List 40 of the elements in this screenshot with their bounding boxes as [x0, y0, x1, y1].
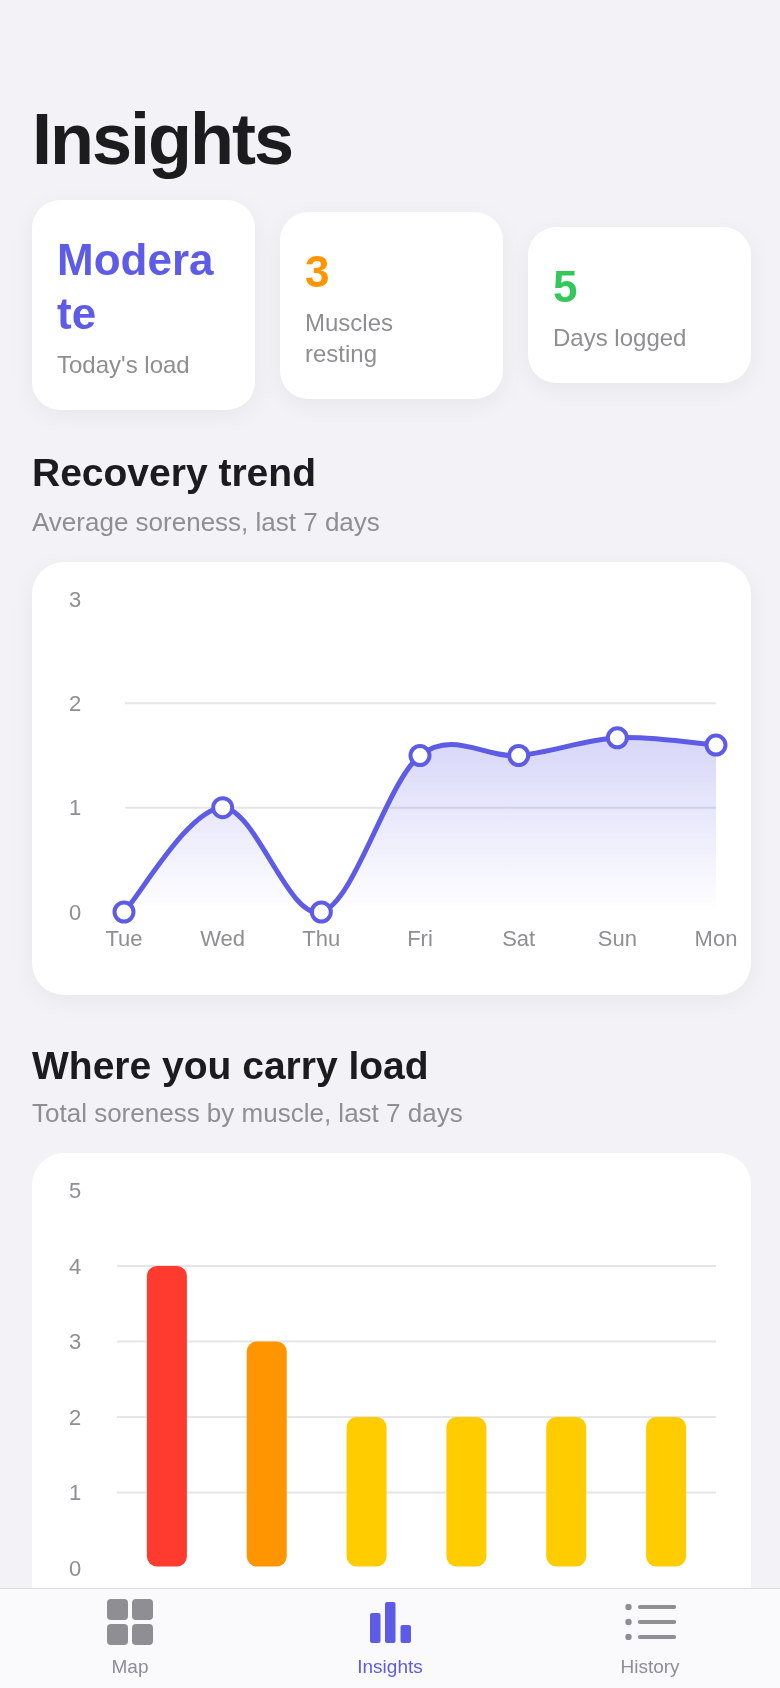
section-title: Recovery trend: [32, 450, 316, 496]
tab-bar-item[interactable]: History: [520, 1589, 780, 1688]
axis-label: 2: [68, 690, 82, 716]
data-point: [408, 744, 432, 767]
data-point: [704, 733, 728, 757]
list-icon: [624, 1604, 676, 1640]
axis-label: 1: [68, 795, 82, 821]
axis-label: 0: [68, 899, 82, 925]
axis-label: 1: [68, 1480, 82, 1505]
stat-label: Days logged: [553, 323, 687, 353]
axis-label: 3: [68, 586, 82, 612]
section-title: Where you carry load: [32, 1043, 429, 1089]
tab-bar-item[interactable]: Insights: [260, 1589, 520, 1688]
data-point: [112, 900, 136, 924]
axis-label: 4: [68, 1253, 82, 1279]
data-point: [309, 900, 333, 924]
axis-label: Tue: [105, 925, 143, 951]
section-subtitle: Total soreness by muscle, last 7 days: [32, 1097, 463, 1129]
stat-value: 5: [553, 261, 578, 313]
bar-chart-icon: [369, 1601, 411, 1643]
stat-label: Today's load: [57, 350, 190, 380]
axis-label: Mon: [694, 925, 738, 951]
tab-bar-item[interactable]: Map: [0, 1589, 260, 1688]
axis-label: Fri: [407, 925, 433, 951]
axis-label: 2: [68, 1404, 82, 1430]
axis-label: 3: [68, 1329, 82, 1354]
data-point: [605, 726, 629, 750]
axis-label: 0: [68, 1555, 82, 1581]
axis-label: Wed: [200, 925, 246, 951]
data-point: [507, 744, 531, 767]
section-subtitle: Average soreness, last 7 days: [32, 506, 380, 538]
axis-label: Sun: [597, 925, 637, 951]
stat-value: Moderate: [57, 234, 215, 340]
axis-label: Sat: [502, 925, 536, 951]
axis-label: 5: [68, 1178, 82, 1203]
axis-label: Thu: [302, 925, 341, 951]
stat-value: 3: [305, 245, 330, 298]
stat-label: Muscles resting: [305, 307, 395, 369]
grid-icon: [107, 1599, 153, 1645]
data-point: [211, 796, 235, 820]
